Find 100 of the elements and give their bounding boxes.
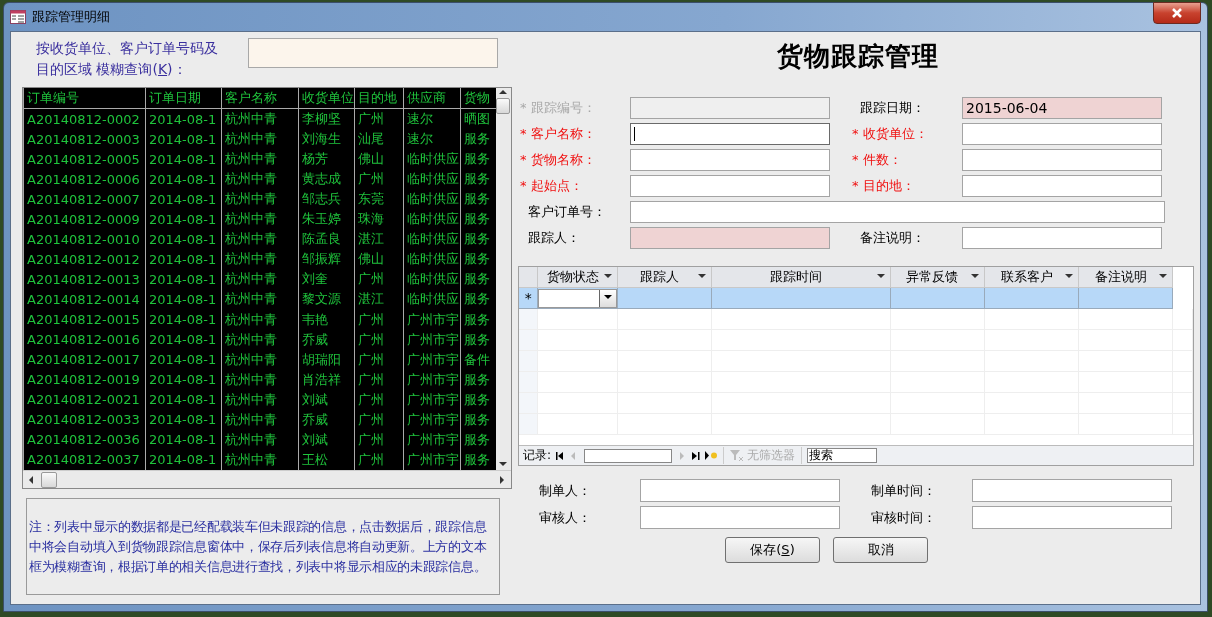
text-field[interactable]: 2015-06-04 xyxy=(962,97,1162,119)
table-cell: 黎文源 xyxy=(298,289,355,310)
table-cell: 2014-08-1 xyxy=(145,229,222,250)
field-label: * 件数： xyxy=(851,151,903,169)
table-cell: 2014-08-1 xyxy=(145,409,222,430)
field-label: 跟踪人： xyxy=(527,229,581,247)
text-field[interactable] xyxy=(640,506,840,529)
table-cell: 广州市宇 xyxy=(403,409,461,430)
table-cell: A20140812-0036 xyxy=(23,429,146,450)
column-header[interactable]: 供应商 xyxy=(403,88,461,109)
horizontal-scrollbar[interactable] xyxy=(23,470,511,488)
table-cell: 广州市宇 xyxy=(403,309,461,330)
table-cell: 杭州中青 xyxy=(221,309,299,330)
table-cell: 服务 xyxy=(460,209,496,230)
vertical-scrollbar[interactable] xyxy=(495,88,511,471)
field-label: 审核时间： xyxy=(870,509,937,527)
text-field[interactable] xyxy=(972,506,1172,529)
column-header[interactable]: 目的地 xyxy=(354,88,404,109)
table-cell: A20140812-0003 xyxy=(23,129,146,150)
table-cell: 广州市宇 xyxy=(403,429,461,450)
table-cell: 服务 xyxy=(460,329,496,350)
field-label: * 目的地： xyxy=(851,177,916,195)
field-label: * 货物名称： xyxy=(519,151,597,169)
column-header[interactable]: 订单编号 xyxy=(23,88,146,109)
text-field[interactable] xyxy=(630,227,830,249)
text-field[interactable] xyxy=(630,123,830,145)
table-cell: 刘海生 xyxy=(298,129,355,150)
table-cell: 速尔 xyxy=(403,108,461,130)
table-cell: A20140812-0033 xyxy=(23,409,146,430)
table-cell: 服务 xyxy=(460,169,496,190)
table-cell: 乔威 xyxy=(298,409,355,430)
text-field[interactable] xyxy=(630,175,830,197)
text-field[interactable] xyxy=(962,175,1162,197)
column-header[interactable]: 跟踪时间 xyxy=(711,267,891,288)
column-header[interactable]: 客户名称 xyxy=(221,88,299,109)
close-button[interactable] xyxy=(1153,2,1201,24)
table-cell: A20140812-0012 xyxy=(23,249,146,270)
text-field[interactable] xyxy=(972,479,1172,502)
column-header[interactable]: 收货单位 xyxy=(298,88,355,109)
text-field[interactable] xyxy=(962,227,1162,249)
table-cell: 刘奎 xyxy=(298,269,355,290)
text-field[interactable] xyxy=(962,149,1162,171)
column-header[interactable]: 跟踪人 xyxy=(617,267,712,288)
new-record-icon[interactable] xyxy=(705,451,719,460)
table-cell: 2014-08-1 xyxy=(145,269,222,290)
table-cell: 2014-08-1 xyxy=(145,189,222,210)
field-label: 审核人： xyxy=(538,509,592,527)
record-field[interactable] xyxy=(584,448,673,463)
table-cell: 杭州中青 xyxy=(221,229,299,250)
column-header[interactable]: 货物状态 xyxy=(537,267,618,288)
table-cell: 杭州中青 xyxy=(221,269,299,290)
field-label: 制单人： xyxy=(538,482,592,500)
table-cell: A20140812-0015 xyxy=(23,309,146,330)
table-cell: 杭州中青 xyxy=(221,249,299,270)
table-cell: 服务 xyxy=(460,129,496,150)
field-label: * 跟踪编号： xyxy=(519,99,597,117)
record-label: 记录: xyxy=(523,447,552,464)
table-cell: 广州 xyxy=(354,169,404,190)
first-record-icon[interactable] xyxy=(556,451,565,460)
table-cell: 临时供应 xyxy=(403,229,461,250)
table-cell: 珠海 xyxy=(354,209,404,230)
table-cell: 杭州中青 xyxy=(221,429,299,450)
table-cell: 服务 xyxy=(460,369,496,390)
scroll-thumb[interactable] xyxy=(496,98,511,114)
table-cell: 临时供应 xyxy=(403,169,461,190)
action-button[interactable]: 保存(S) xyxy=(725,537,820,563)
text-field[interactable] xyxy=(640,479,840,502)
field-label: 跟踪日期： xyxy=(859,99,926,117)
field-label: * 起始点： xyxy=(519,177,584,195)
table-cell: 2014-08-1 xyxy=(145,129,222,150)
column-header[interactable]: 货物 xyxy=(460,88,496,109)
text-field[interactable] xyxy=(962,123,1162,145)
table-cell: 广州市宇 xyxy=(403,349,461,370)
table-cell: 2014-08-1 xyxy=(145,309,222,330)
scroll-thumb[interactable] xyxy=(41,471,57,488)
table-cell: 2014-08-1 xyxy=(145,289,222,310)
table-cell: 临时供应 xyxy=(403,189,461,210)
table-cell: 服务 xyxy=(460,229,496,250)
status-combo[interactable] xyxy=(538,288,618,308)
table-cell: 邹振辉 xyxy=(298,249,355,270)
table-cell: 服务 xyxy=(460,309,496,330)
search-field[interactable] xyxy=(248,38,498,68)
table-cell: A20140812-0013 xyxy=(23,269,146,290)
table-cell: 速尔 xyxy=(403,129,461,150)
column-header[interactable]: 联系客户 xyxy=(984,267,1079,288)
table-cell: 广州 xyxy=(354,269,404,290)
column-header[interactable]: 备注说明 xyxy=(1078,267,1173,288)
table-cell: 东莞 xyxy=(354,189,404,210)
text-field[interactable] xyxy=(630,149,830,171)
search-field[interactable]: 搜索 xyxy=(807,448,878,463)
table-cell: 刘斌 xyxy=(298,389,355,410)
text-field[interactable] xyxy=(630,201,1165,223)
action-button[interactable]: 取消 xyxy=(833,537,928,563)
column-header[interactable]: 异常反馈 xyxy=(890,267,985,288)
last-record-icon[interactable] xyxy=(692,451,701,460)
field-label: 客户订单号： xyxy=(527,203,607,221)
column-header[interactable]: 订单日期 xyxy=(145,88,222,109)
table-cell: A20140812-0019 xyxy=(23,369,146,390)
table-cell: A20140812-0007 xyxy=(23,189,146,210)
table-cell: A20140812-0010 xyxy=(23,229,146,250)
